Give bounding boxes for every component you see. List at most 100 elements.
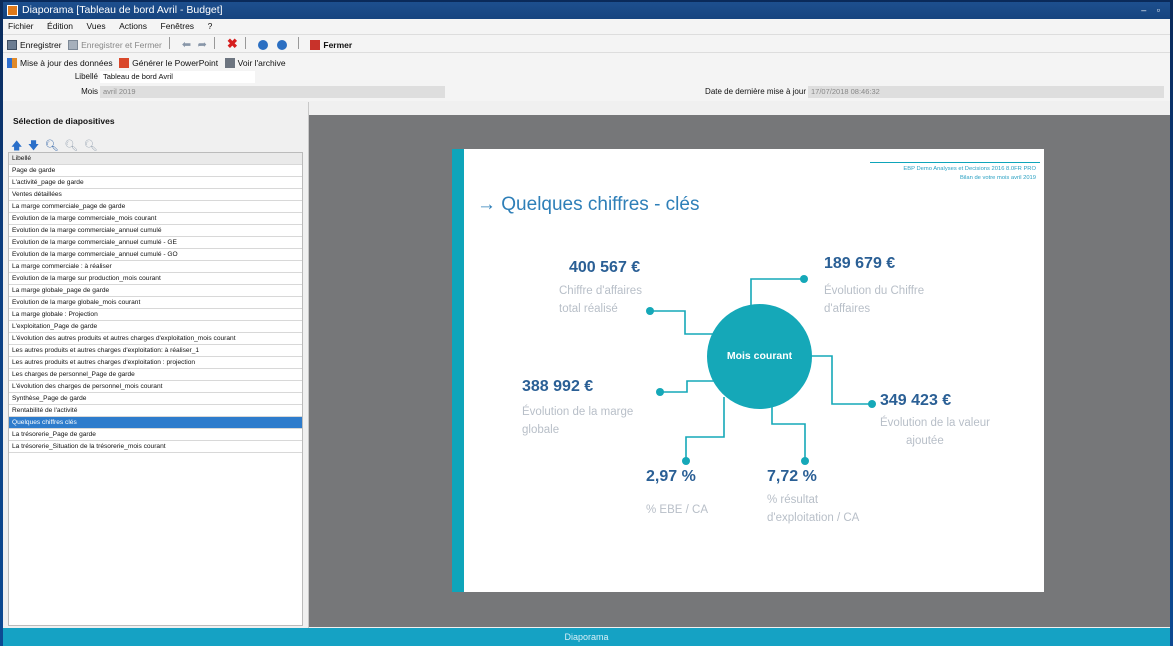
menu-edition[interactable]: Édition	[47, 21, 73, 31]
list-item[interactable]: La marge globale_page de garde	[9, 285, 302, 297]
update-data-button[interactable]: Mise à jour des données	[7, 54, 113, 72]
list-item[interactable]: Evolution de la marge commerciale_annuel…	[9, 225, 302, 237]
close-label: Fermer	[323, 39, 353, 50]
previous-button[interactable]	[257, 36, 271, 54]
save-close-label: Enregistrer et Fermer	[81, 39, 162, 50]
toolbar-separator	[297, 37, 299, 49]
list-item[interactable]: La marge globale : Projection	[9, 309, 302, 321]
search-icon[interactable]: 🔍︎	[45, 139, 59, 152]
connector-dot	[682, 457, 690, 465]
toolbar-separator	[214, 37, 216, 49]
list-item[interactable]: L'activité_page de garde	[9, 177, 302, 189]
list-item[interactable]: Quelques chiffres clés	[9, 417, 302, 429]
kpi-desc-line: globale	[522, 424, 560, 436]
date-update-label: Date de dernière mise à jour	[705, 87, 806, 96]
kpi-desc-line: Évolution du Chiffre	[824, 285, 925, 297]
kpi-desc-added-value: Évolution de la valeur ajoutée	[880, 414, 990, 450]
previous-circle-icon	[257, 39, 268, 50]
list-item[interactable]: Evolution de la marge commerciale_annuel…	[9, 237, 302, 249]
delete-icon: ✖	[226, 36, 238, 52]
powerpoint-icon	[119, 57, 130, 68]
toolbar-separator	[169, 37, 171, 49]
kpi-desc-revenue: Chiffre d'affaires total réalisé	[559, 282, 642, 318]
forward-arrow-icon: ➦	[197, 38, 207, 51]
main-toolbar: Enregistrer Enregistrer et Fermer ⬅ ➦ ✖ …	[3, 34, 1170, 53]
list-item[interactable]: La trésorerie_Situation de la trésorerie…	[9, 441, 302, 453]
kpi-desc-line: total réalisé	[559, 303, 618, 315]
kpi-desc-line: d'exploitation / CA	[767, 512, 860, 524]
connector-dot	[646, 307, 654, 315]
kpi-desc-ebe: % EBE / CA	[646, 501, 708, 519]
generate-powerpoint-button[interactable]: Générer le PowerPoint	[119, 54, 218, 72]
menu-help[interactable]: ?	[208, 21, 213, 31]
menu-fichier[interactable]: Fichier	[8, 21, 34, 31]
list-item[interactable]: Rentabilité de l'activité	[9, 405, 302, 417]
mois-row: Mois avril 2019 Date de dernière mise à …	[3, 85, 1170, 101]
next-circle-icon	[277, 39, 288, 50]
kpi-value-revenue-evolution: 189 679 €	[824, 255, 896, 272]
kpi-value-revenue: 400 567 €	[569, 259, 641, 276]
search-previous-icon[interactable]: 🔍︎	[84, 139, 98, 152]
libelle-row: Libellé Tableau de bord Avril	[3, 70, 1170, 85]
list-item[interactable]: Synthèse_Page de garde	[9, 393, 302, 405]
list-item[interactable]: L'évolution des autres produits et autre…	[9, 333, 302, 345]
search-next-icon[interactable]: 🔍︎	[64, 139, 78, 152]
slide-preview-area: EBP Demo Analyses et Decisions 2016 8.0F…	[309, 115, 1170, 627]
slide-selection-heading: Sélection de diapositives	[13, 116, 115, 126]
kpi-desc-margin: Évolution de la marge globale	[522, 403, 633, 439]
list-item[interactable]: Ventes détaillées	[9, 189, 302, 201]
list-item[interactable]: La marge commerciale : à réaliser	[9, 261, 302, 273]
list-item[interactable]: Evolution de la marge commerciale_annuel…	[9, 249, 302, 261]
close-button[interactable]: Fermer	[310, 36, 352, 54]
list-header-libelle[interactable]: Libellé	[9, 153, 302, 165]
menu-vues[interactable]: Vues	[87, 21, 106, 31]
window-title: Diaporama [Tableau de bord Avril - Budge…	[22, 4, 223, 16]
list-item[interactable]: Les autres produits et autres charges d'…	[9, 345, 302, 357]
kpi-desc-line: ajoutée	[906, 435, 944, 447]
app-window: Diaporama [Tableau de bord Avril - Budge…	[3, 2, 1170, 646]
mois-field[interactable]: avril 2019	[100, 86, 445, 98]
view-archive-button[interactable]: Voir l'archive	[224, 54, 286, 72]
kpi-desc-revenue-evolution: Évolution du Chiffre d'affaires	[824, 282, 924, 318]
menu-actions[interactable]: Actions	[119, 21, 147, 31]
list-item[interactable]: Les autres produits et autres charges d'…	[9, 357, 302, 369]
save-icon	[7, 39, 17, 50]
list-item[interactable]: Evolution de la marge commerciale_mois c…	[9, 213, 302, 225]
connector-line	[685, 397, 725, 461]
date-update-field[interactable]: 17/07/2018 08:46:32	[808, 86, 1164, 98]
back-button[interactable]: ⬅	[182, 36, 191, 54]
kpi-desc-line: d'affaires	[824, 303, 871, 315]
menu-fenetres[interactable]: Fenêtres	[161, 21, 195, 31]
toolbar-separator	[245, 37, 247, 49]
list-item[interactable]: Evolution de la marge globale_mois coura…	[9, 297, 302, 309]
menu-bar: Fichier Édition Vues Actions Fenêtres ?	[3, 19, 1170, 34]
libelle-field[interactable]: Tableau de bord Avril	[100, 71, 255, 83]
title-bar: Diaporama [Tableau de bord Avril - Budge…	[3, 2, 1170, 19]
kpi-value-added-value: 349 423 €	[880, 392, 952, 409]
forward-button[interactable]: ➦	[198, 36, 207, 54]
view-archive-label: Voir l'archive	[237, 57, 286, 68]
connector-line	[771, 401, 806, 461]
list-item[interactable]: Page de garde	[9, 165, 302, 177]
connector-dot	[868, 400, 876, 408]
app-icon	[7, 5, 18, 16]
save-close-button[interactable]: Enregistrer et Fermer	[68, 36, 162, 54]
save-button[interactable]: Enregistrer	[7, 36, 62, 54]
window-controls[interactable]: – ▫	[1141, 2, 1164, 19]
slide-list[interactable]: Libellé Page de garde L'activité_page de …	[8, 152, 303, 626]
list-item[interactable]: La trésorerie_Page de garde	[9, 429, 302, 441]
kpi-value-ebe: 2,97 %	[646, 468, 696, 485]
connector-dot	[656, 388, 664, 396]
next-button[interactable]	[277, 36, 290, 54]
mois-label: Mois	[81, 87, 98, 96]
list-item[interactable]: L'exploitation_Page de garde	[9, 321, 302, 333]
list-item[interactable]: Evolution de la marge sur production_moi…	[9, 273, 302, 285]
action-toolbar: Mise à jour des données Générer le Power…	[3, 52, 1170, 71]
list-item[interactable]: L'évolution des charges de personnel_moi…	[9, 381, 302, 393]
close-door-icon	[310, 39, 321, 50]
list-item[interactable]: La marge commerciale_page de garde	[9, 201, 302, 213]
connector-dot	[801, 457, 809, 465]
grid-update-icon	[7, 57, 17, 68]
status-bar: Diaporama	[3, 628, 1170, 646]
list-item[interactable]: Les charges de personnel_Page de garde	[9, 369, 302, 381]
